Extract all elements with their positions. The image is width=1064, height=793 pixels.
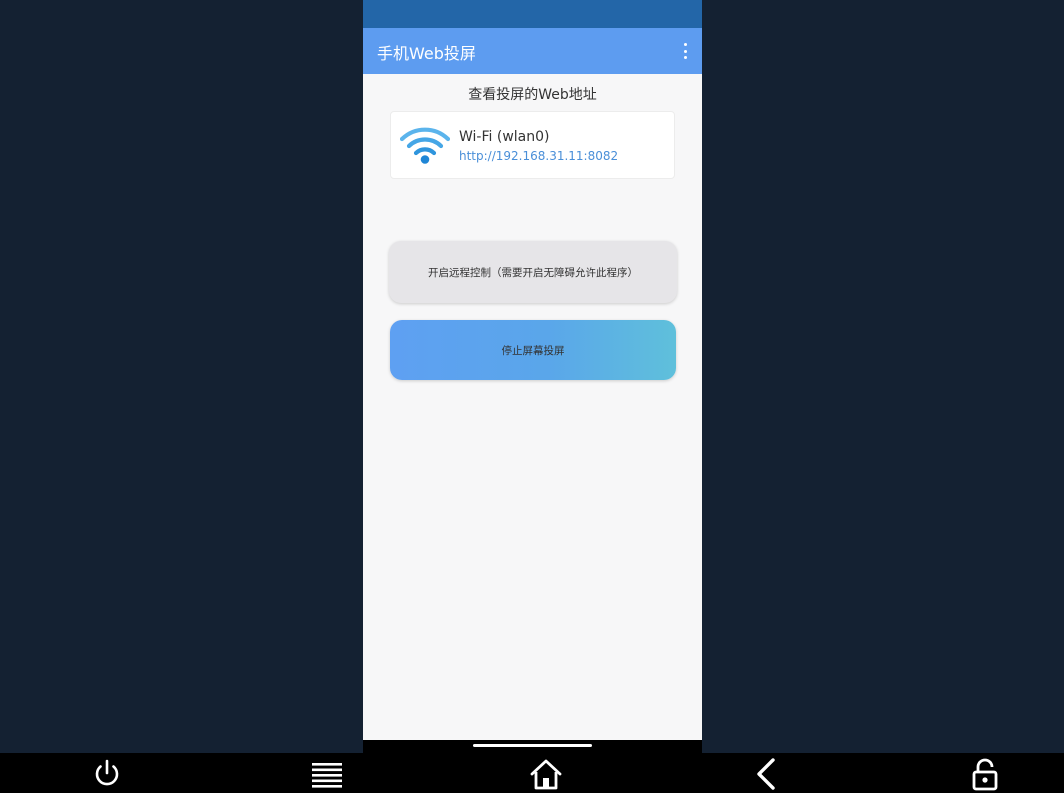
home-indicator[interactable] (473, 744, 592, 747)
screen: 手机Web投屏 查看投屏的Web地址 Wi-Fi (wlan0) http://… (0, 0, 1064, 793)
enable-remote-control-button[interactable]: 开启远程控制（需要开启无障碍允许此程序） (389, 241, 677, 303)
more-options-icon[interactable] (682, 43, 688, 59)
web-address-link[interactable]: http://192.168.31.11:8082 (459, 149, 618, 163)
wifi-icon (400, 127, 450, 164)
wifi-address-card[interactable]: Wi-Fi (wlan0) http://192.168.31.11:8082 (390, 111, 675, 179)
phone-screen: 手机Web投屏 查看投屏的Web地址 Wi-Fi (wlan0) http://… (363, 0, 702, 753)
status-bar (363, 0, 702, 28)
device-control-bar (0, 753, 1064, 793)
app-title: 手机Web投屏 (377, 44, 476, 63)
menu-icon[interactable] (310, 757, 344, 791)
wifi-name: Wi-Fi (wlan0) (459, 129, 550, 145)
main-content: 查看投屏的Web地址 Wi-Fi (wlan0) http://192.168.… (363, 74, 702, 740)
home-icon[interactable] (529, 757, 563, 791)
lock-icon[interactable] (968, 757, 1002, 791)
app-bar: 手机Web投屏 (363, 28, 702, 74)
back-icon[interactable] (749, 757, 783, 791)
power-icon[interactable] (90, 757, 124, 791)
stop-screen-cast-button[interactable]: 停止屏幕投屏 (390, 320, 676, 380)
section-title: 查看投屏的Web地址 (468, 87, 597, 103)
